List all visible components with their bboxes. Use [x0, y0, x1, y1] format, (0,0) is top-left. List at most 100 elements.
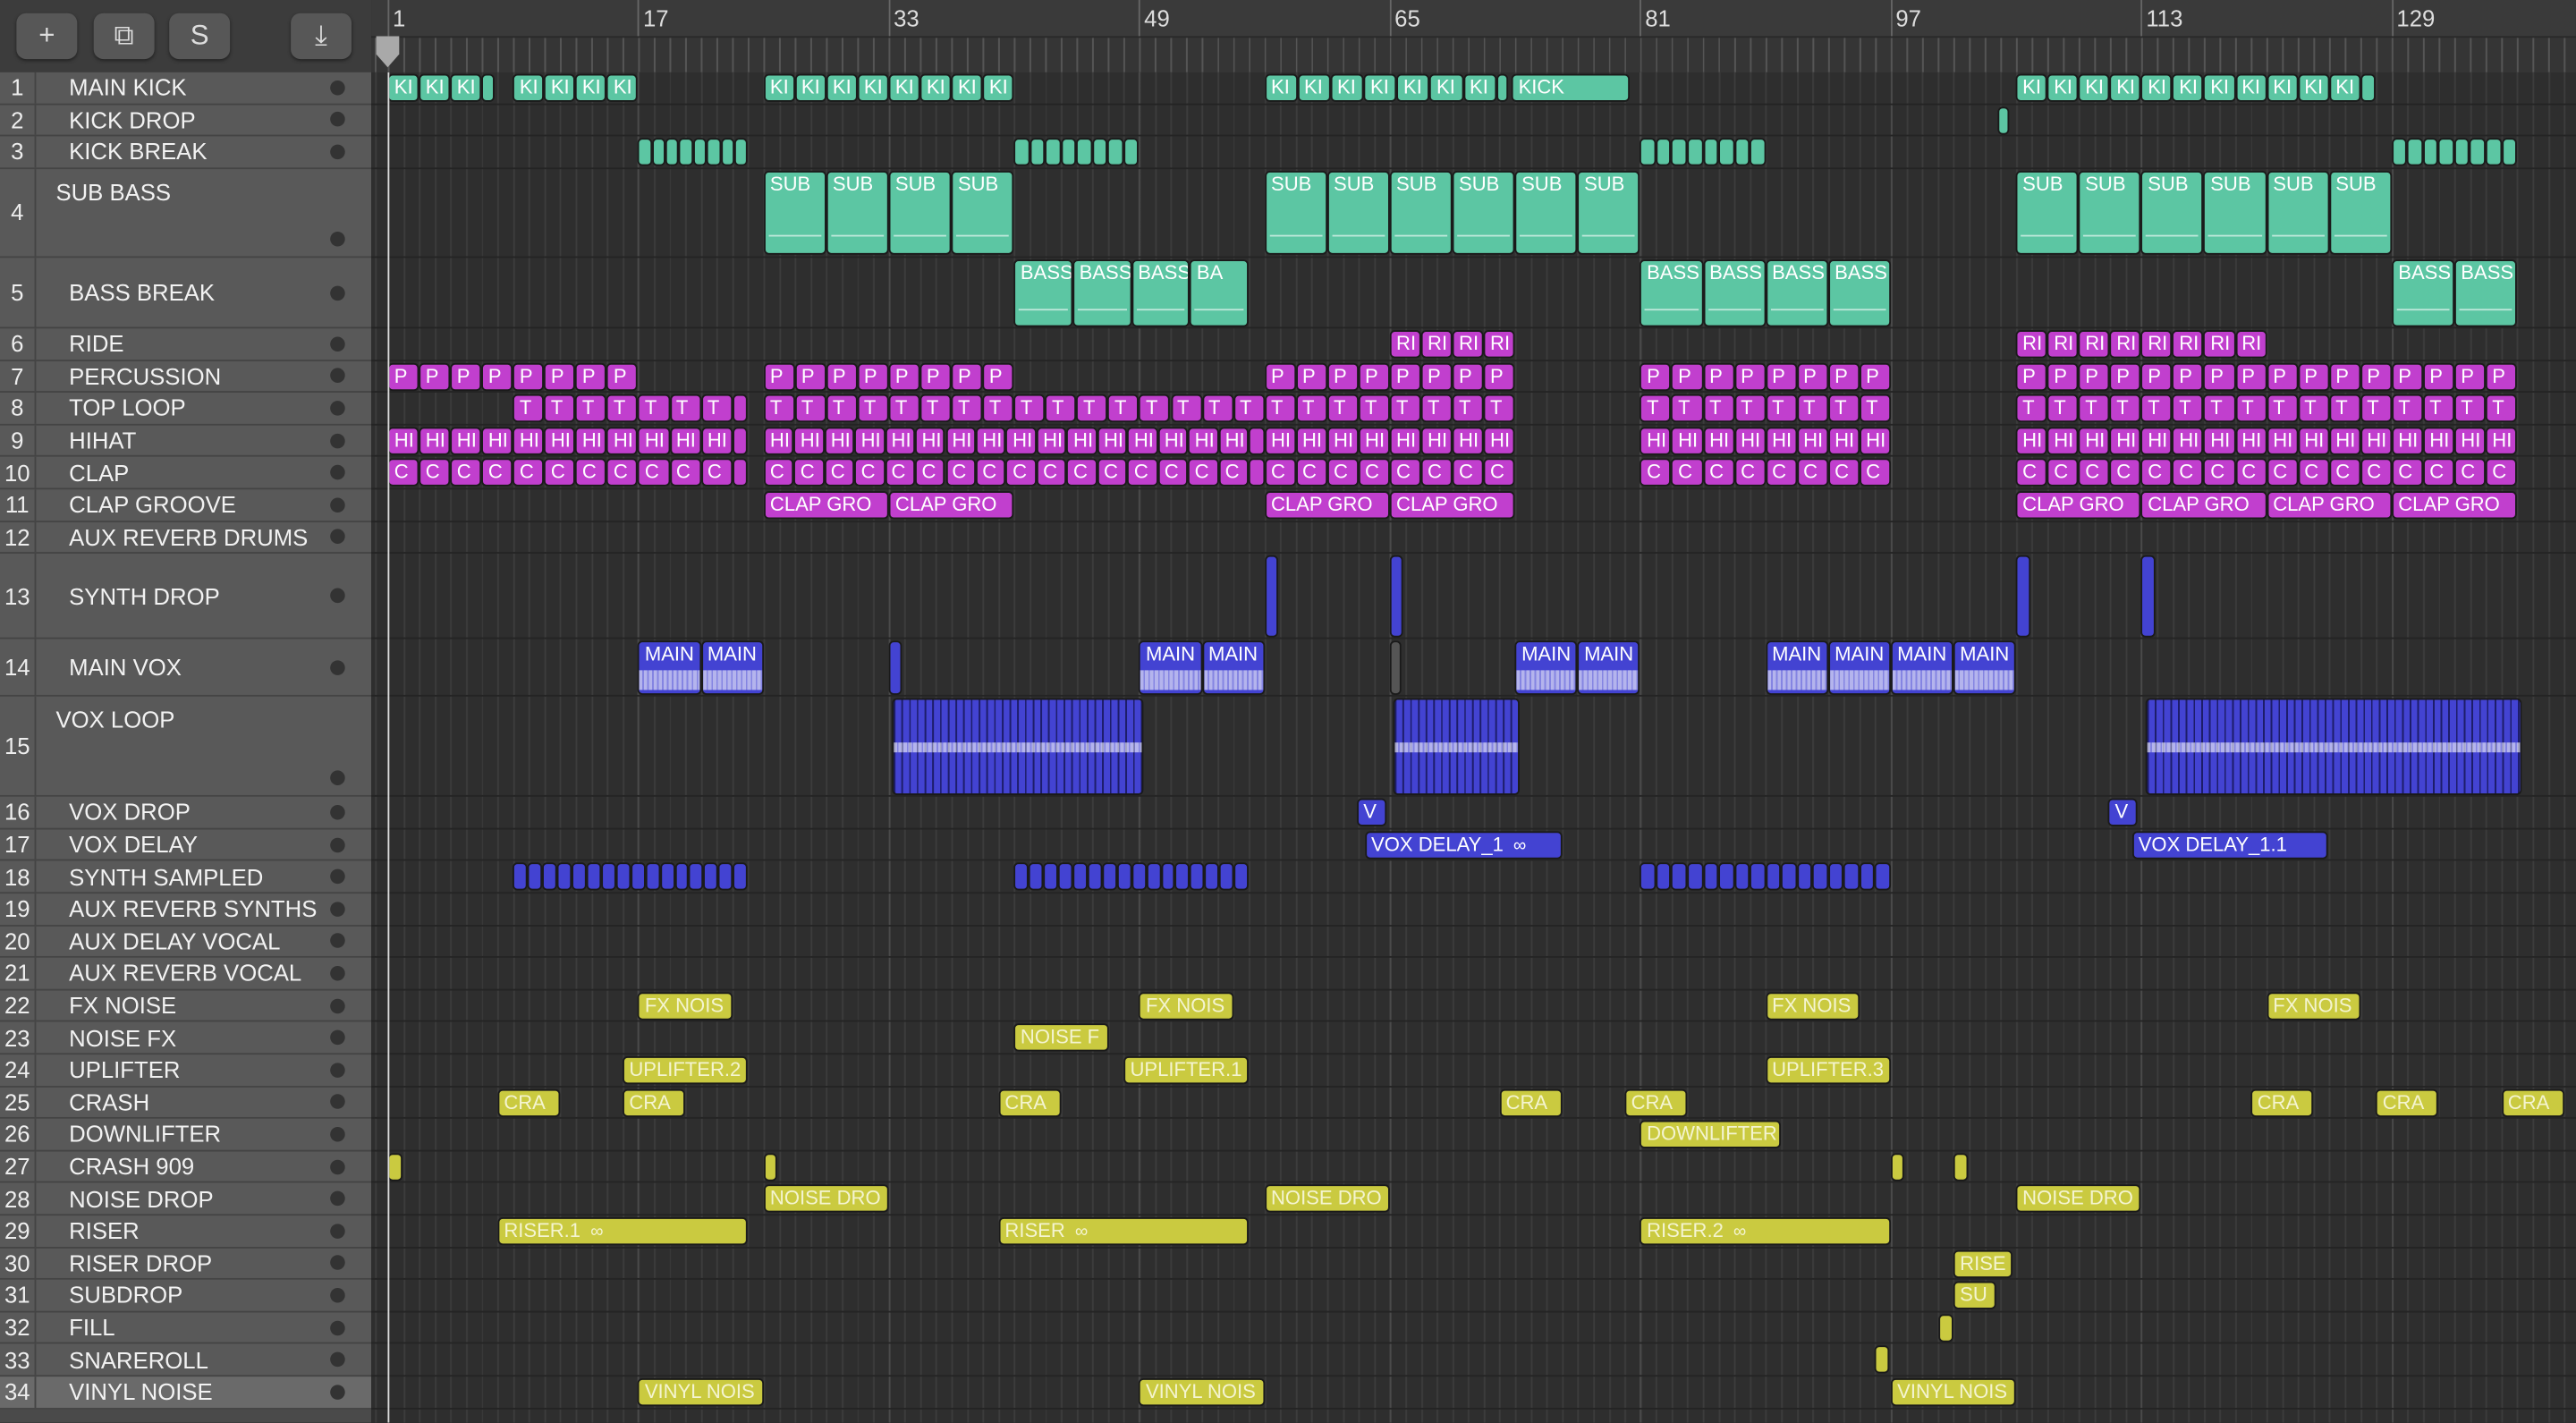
- region-hihat[interactable]: HI: [2328, 427, 2360, 455]
- region-main-vox[interactable]: MAIN: [1827, 640, 1891, 695]
- region-kick-break[interactable]: [1656, 138, 1672, 167]
- track-header[interactable]: 16 VOX DROP: [0, 797, 372, 830]
- track-lane[interactable]: TTTTTTTTTTTTTTTTTTTTTTTTTTTTTTTTTTTTTTTT…: [371, 393, 2576, 426]
- region-main-kick[interactable]: KI: [2266, 73, 2298, 103]
- region-main-kick[interactable]: KI: [2172, 73, 2204, 103]
- region-hihat[interactable]: HI: [854, 427, 886, 455]
- region-synth-drop[interactable]: [1389, 555, 1404, 638]
- region-kick-break[interactable]: [707, 138, 721, 167]
- record-enable-icon[interactable]: [330, 112, 345, 128]
- track-name[interactable]: HIHAT: [69, 428, 136, 453]
- region-crash-909[interactable]: [763, 1152, 778, 1182]
- track-header[interactable]: 20 AUX DELAY VOCAL: [0, 926, 372, 959]
- region-synth-sampled[interactable]: [1131, 862, 1147, 892]
- region-main-kick[interactable]: KI: [1429, 73, 1463, 103]
- region-top-loop[interactable]: T: [2360, 394, 2392, 423]
- region-fx-noise[interactable]: FX NOIS: [638, 991, 733, 1021]
- region-top-loop[interactable]: T: [2297, 394, 2329, 423]
- track-header[interactable]: 8 TOP LOOP: [0, 393, 372, 426]
- region-hihat[interactable]: HI: [885, 427, 916, 455]
- region-kick-break[interactable]: [2422, 138, 2439, 167]
- track-name[interactable]: CLAP GROOVE: [69, 492, 236, 518]
- region-sub-bass[interactable]: SUB: [763, 170, 826, 256]
- region-fx-noise[interactable]: FX NOIS: [2266, 991, 2360, 1021]
- track-header[interactable]: 28 NOISE DROP: [0, 1183, 372, 1216]
- region-clap-groove[interactable]: CLAP GRO: [763, 491, 889, 520]
- region-synth-sampled[interactable]: [1859, 862, 1876, 892]
- record-enable-icon[interactable]: [330, 770, 345, 786]
- region-top-loop[interactable]: T: [1389, 394, 1421, 423]
- region-kick-drop[interactable]: [1996, 106, 2010, 135]
- track-header[interactable]: 5 BASS BREAK: [0, 258, 372, 329]
- track-lane[interactable]: VINYL NOIS VINYL NOIS VINYL NOIS: [371, 1376, 2576, 1410]
- region-clap[interactable]: C: [450, 459, 482, 487]
- region-hihat[interactable]: HI: [669, 427, 701, 455]
- region-sub-bass[interactable]: SUB: [2015, 170, 2079, 256]
- region-fill[interactable]: [1939, 1313, 1953, 1343]
- region-main-kick[interactable]: KI: [951, 73, 983, 103]
- region-clap[interactable]: C: [1827, 459, 1860, 487]
- region-main-kick[interactable]: KI: [857, 73, 889, 103]
- region-synth-sampled[interactable]: [1702, 862, 1719, 892]
- region-sub-bass[interactable]: SUB: [826, 170, 889, 256]
- region-main-kick[interactable]: KI: [763, 73, 795, 103]
- region-hihat[interactable]: HI: [2422, 427, 2454, 455]
- region-clap[interactable]: C: [1218, 459, 1250, 487]
- region-synth-sampled[interactable]: [1781, 862, 1797, 892]
- region-crash[interactable]: CRA: [1624, 1088, 1688, 1117]
- region-hihat[interactable]: HI: [2485, 427, 2517, 455]
- track-lane[interactable]: [371, 926, 2576, 959]
- region-main-kick[interactable]: KI: [2234, 73, 2267, 103]
- region-percussion[interactable]: P: [2485, 362, 2517, 391]
- track-header[interactable]: 18 SYNTH SAMPLED: [0, 861, 372, 894]
- region-top-loop[interactable]: T: [1326, 394, 1359, 423]
- region-kick-break[interactable]: [1640, 138, 1657, 167]
- region-top-loop[interactable]: T: [2203, 394, 2235, 423]
- region-kick-break[interactable]: [1061, 138, 1077, 167]
- region-vox-drop[interactable]: V: [1356, 798, 1387, 827]
- region-main-kick[interactable]: KI: [888, 73, 920, 103]
- region-synth-sampled[interactable]: [645, 862, 660, 892]
- track-name[interactable]: MAIN VOX: [69, 654, 182, 680]
- region-main-kick[interactable]: KI: [919, 73, 952, 103]
- region-hihat[interactable]: HI: [1066, 427, 1097, 455]
- region-percussion[interactable]: P: [575, 362, 607, 391]
- region-hihat[interactable]: HI: [945, 427, 976, 455]
- region-percussion[interactable]: P: [826, 362, 858, 391]
- record-enable-icon[interactable]: [330, 1319, 345, 1335]
- region-hihat[interactable]: HI: [419, 427, 451, 455]
- region-hihat[interactable]: HI: [1295, 427, 1327, 455]
- region-top-loop[interactable]: T: [1702, 394, 1734, 423]
- region-top-loop[interactable]: T: [606, 394, 639, 423]
- region-clap[interactable]: C: [1702, 459, 1734, 487]
- region-clap[interactable]: C: [2078, 459, 2110, 487]
- region-top-loop[interactable]: T: [669, 394, 701, 423]
- region-synth-sampled[interactable]: [718, 862, 733, 892]
- region-snareroll[interactable]: [1875, 1345, 1890, 1375]
- track-name[interactable]: TOP LOOP: [69, 395, 186, 421]
- region-crash[interactable]: CRA: [2250, 1088, 2314, 1117]
- region-crash-909[interactable]: [387, 1152, 402, 1182]
- track-lane[interactable]: [371, 861, 2576, 894]
- region-hihat[interactable]: HI: [1218, 427, 1250, 455]
- region-noise-drop[interactable]: NOISE DRO: [2015, 1184, 2141, 1214]
- region-hihat[interactable]: HI: [1005, 427, 1037, 455]
- region-bass-break[interactable]: BASS: [1765, 259, 1828, 326]
- track-name[interactable]: RISER DROP: [69, 1250, 212, 1276]
- region-clap[interactable]: C: [2172, 459, 2204, 487]
- region-bass-break[interactable]: BASS: [1702, 259, 1766, 326]
- region-percussion[interactable]: P: [763, 362, 795, 391]
- track-name[interactable]: SUBDROP: [69, 1283, 182, 1309]
- region-clap[interactable]: C: [854, 459, 886, 487]
- region-hihat[interactable]: HI: [2078, 427, 2110, 455]
- region-hihat[interactable]: HI: [638, 427, 670, 455]
- region-percussion[interactable]: P: [1326, 362, 1359, 391]
- bar-ruler[interactable]: 1 17 33 49 65 81 97 113 129: [371, 0, 2576, 74]
- region-main-kick[interactable]: KI: [544, 73, 576, 103]
- region-hihat[interactable]: HI: [1640, 427, 1672, 455]
- region-percussion[interactable]: P: [1765, 362, 1797, 391]
- track-lane[interactable]: PPPPPPPPPPPPPPPPPPPPPPPPPPPPPPPPPPPPPPPP…: [371, 360, 2576, 394]
- region-kick-break[interactable]: [1092, 138, 1108, 167]
- track-lane[interactable]: VV: [371, 797, 2576, 830]
- region-main-vox[interactable]: MAIN: [1201, 640, 1265, 695]
